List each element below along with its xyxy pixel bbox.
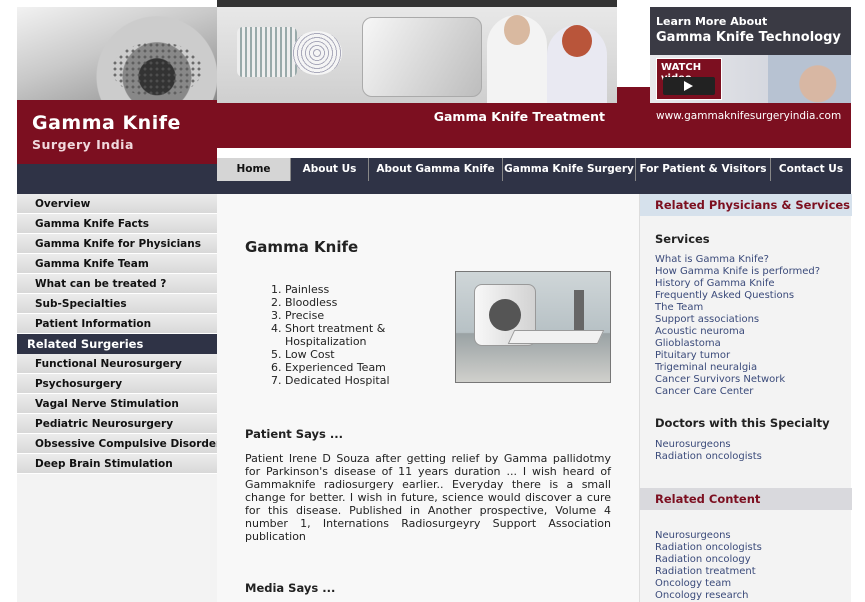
sidebar-item-ocd[interactable]: Obsessive Compulsive Disorder [17,434,221,454]
header-doctors-photo [217,7,617,103]
sidebar-item-deep-brain[interactable]: Deep Brain Stimulation [17,454,217,474]
service-link[interactable]: Support associations [655,314,759,325]
main-nav: Home About Us About Gamma Knife Gamma Kn… [217,158,851,181]
nav-patient-visitors[interactable]: For Patient & Visitors [636,158,771,181]
service-link[interactable]: History of Gamma Knife [655,278,775,289]
related-surgeries-header: Related Surgeries [17,334,217,354]
content-link[interactable]: Neurosurgeons [655,530,731,541]
nav-about-us[interactable]: About Us [291,158,369,181]
related-content-header: Related Content [640,488,852,510]
sidebar-item-overview[interactable]: Overview [17,194,217,214]
services-list: What is Gamma Knife? How Gamma Knife is … [655,254,820,398]
watch-video-button[interactable]: WATCH video [656,58,722,100]
site-logo[interactable]: Gamma Knife Surgery India [17,7,217,164]
content-link[interactable]: Radiation treatment [655,566,756,577]
media-says-heading: Media Says ... [245,581,336,595]
service-link[interactable]: What is Gamma Knife? [655,254,769,265]
sidebar-item-functional-neurosurgery[interactable]: Functional Neurosurgery [17,354,217,374]
service-link[interactable]: Glioblastoma [655,338,721,349]
service-link[interactable]: How Gamma Knife is performed? [655,266,820,277]
service-link[interactable]: The Team [655,302,703,313]
site-url: www.gammaknifesurgeryindia.com [656,110,842,122]
feature-item: Painless [285,283,445,296]
doctor-link[interactable]: Radiation oncologists [655,451,762,462]
main-content: Gamma Knife Painless Bloodless Precise S… [217,194,639,602]
learn-more-box[interactable]: Learn More About Gamma Knife Technology [650,7,851,55]
content-link[interactable]: Radiation oncologists [655,542,762,553]
sidebar-item-what-can-be-treated[interactable]: What can be treated ? [17,274,217,294]
service-link[interactable]: Cancer Survivors Network [655,374,785,385]
service-link[interactable]: Frequently Asked Questions [655,290,794,301]
sidebar-item-pediatric[interactable]: Pediatric Neurosurgery [17,414,217,434]
content-link[interactable]: Oncology research [655,590,748,601]
doctors-heading: Doctors with this Specialty [655,416,830,430]
nav-about-gamma-knife[interactable]: About Gamma Knife [369,158,503,181]
related-content-list: Neurosurgeons Radiation oncologists Radi… [655,530,762,602]
feature-item: Dedicated Hospital [285,374,445,387]
left-sidebar: Overview Gamma Knife Facts Gamma Knife f… [17,194,221,602]
gamma-knife-helmet-image [17,7,217,100]
sidebar-item-facts[interactable]: Gamma Knife Facts [17,214,217,234]
header-left-bar [17,164,217,181]
patient-quote: Patient Irene D Souza after getting reli… [245,452,611,543]
sidebar-item-physicians[interactable]: Gamma Knife for Physicians [17,234,217,254]
service-link[interactable]: Acoustic neuroma [655,326,745,337]
logo-subtitle: Surgery India [32,137,134,152]
feature-item: Short treatment & Hospitalization [285,322,445,348]
feature-item: Experienced Team [285,361,445,374]
video-thumbnail: WATCH video [650,55,851,103]
services-heading: Services [655,232,710,246]
play-icon [663,77,715,95]
feature-item: Precise [285,309,445,322]
header-top-bar [217,0,617,7]
header-spacer [617,87,650,148]
related-physicians-header: Related Physicians & Services [640,194,852,216]
nav-underbar [17,181,851,194]
doctor-link[interactable]: Neurosurgeons [655,439,731,450]
doctors-list: Neurosurgeons Radiation oncologists [655,439,762,463]
nav-spacer [217,148,851,158]
nav-contact-us[interactable]: Contact Us [771,158,851,181]
service-link[interactable]: Pituitary tumor [655,350,730,361]
features-list: Painless Bloodless Precise Short treatme… [265,283,445,387]
sidebar-item-team[interactable]: Gamma Knife Team [17,254,217,274]
feature-item: Bloodless [285,296,445,309]
content-link[interactable]: Oncology team [655,578,731,589]
feature-item: Low Cost [285,348,445,361]
gamma-knife-machine-photo [455,271,611,383]
sidebar-item-patient-information[interactable]: Patient Information [17,314,217,334]
sidebar-item-sub-specialties[interactable]: Sub-Specialties [17,294,217,314]
treatment-label: Gamma Knife Treatment [433,109,605,124]
service-link[interactable]: Trigeminal neuralgia [655,362,757,373]
service-link[interactable]: Cancer Care Center [655,386,753,397]
logo-title: Gamma Knife [32,112,181,134]
patient-says-heading: Patient Says ... [245,427,343,441]
content-link[interactable]: Radiation oncology [655,554,751,565]
sidebar-item-psychosurgery[interactable]: Psychosurgery [17,374,217,394]
learn-more-line2: Gamma Knife Technology [656,30,841,45]
header-band: Gamma Knife Treatment [217,103,617,148]
learn-more-banner: Learn More About Gamma Knife Technology … [650,7,851,148]
sidebar-item-vagal-nerve[interactable]: Vagal Nerve Stimulation [17,394,217,414]
learn-more-line1: Learn More About [656,15,768,28]
nav-home[interactable]: Home [217,158,291,181]
page-title: Gamma Knife [245,238,359,256]
nav-gamma-knife-surgery[interactable]: Gamma Knife Surgery [503,158,636,181]
right-sidebar: Related Physicians & Services Services W… [639,194,852,602]
